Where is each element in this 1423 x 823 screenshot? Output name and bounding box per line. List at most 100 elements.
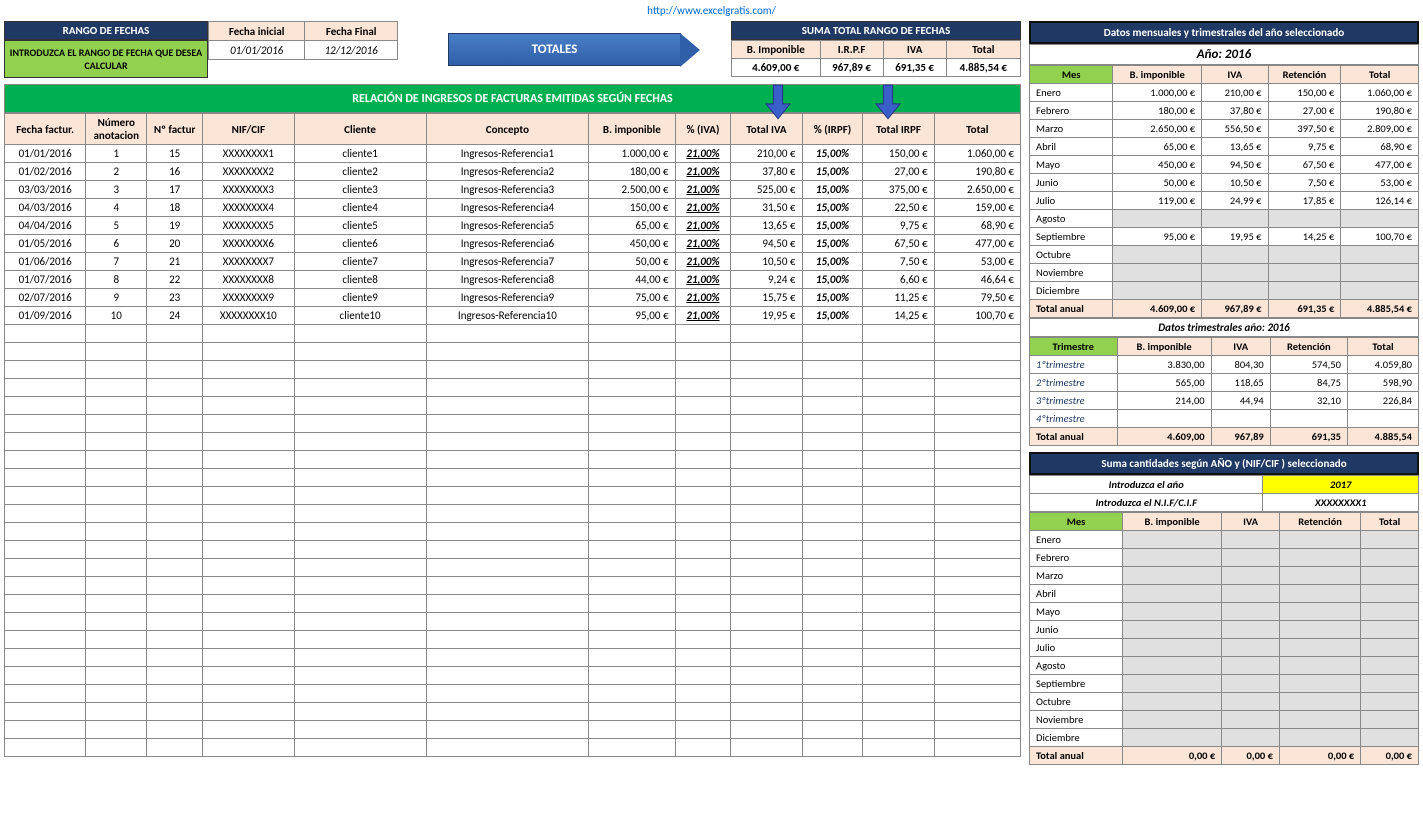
table-row[interactable]: 04/04/2016519XXXXXXXX5cliente5Ingresos-R… (5, 217, 1021, 235)
cell[interactable]: cliente9 (294, 289, 426, 307)
cell[interactable]: 150,00 € (863, 145, 934, 163)
cell[interactable]: Ingresos-Referencia2 (426, 163, 589, 181)
cell[interactable]: 18 (147, 199, 203, 217)
cell[interactable]: 21,00% (675, 253, 731, 271)
cell[interactable]: Ingresos-Referencia9 (426, 289, 589, 307)
cell[interactable]: cliente8 (294, 271, 426, 289)
cell[interactable]: cliente1 (294, 145, 426, 163)
cell[interactable]: 15,00% (802, 307, 863, 325)
cell[interactable]: 13,65 € (731, 217, 802, 235)
table-row-empty[interactable] (5, 505, 1021, 523)
cell[interactable]: 190,80 € (934, 163, 1020, 181)
table-row[interactable]: 01/05/2016620XXXXXXXX6cliente6Ingresos-R… (5, 235, 1021, 253)
cell[interactable]: 75,00 € (589, 289, 675, 307)
cell[interactable]: 477,00 € (934, 235, 1020, 253)
cell[interactable]: 22 (147, 271, 203, 289)
table-row[interactable]: 02/07/2016923XXXXXXXX9cliente9Ingresos-R… (5, 289, 1021, 307)
cell[interactable]: 15 (147, 145, 203, 163)
cell[interactable]: 9 (86, 289, 147, 307)
table-row-empty[interactable] (5, 361, 1021, 379)
cell[interactable]: XXXXXXXX5 (203, 217, 294, 235)
cell[interactable]: 5 (86, 217, 147, 235)
cell[interactable]: 03/03/2016 (5, 181, 86, 199)
table-row-empty[interactable] (5, 739, 1021, 757)
cell[interactable]: 21,00% (675, 145, 731, 163)
table-row[interactable]: 01/09/20161024XXXXXXXX10cliente10Ingreso… (5, 307, 1021, 325)
cell[interactable]: 21,00% (675, 307, 731, 325)
cell[interactable]: 46,64 € (934, 271, 1020, 289)
cell[interactable]: 15,00% (802, 163, 863, 181)
cell[interactable]: 95,00 € (589, 307, 675, 325)
cell[interactable]: 01/02/2016 (5, 163, 86, 181)
table-row-empty[interactable] (5, 631, 1021, 649)
cell[interactable]: 44,00 € (589, 271, 675, 289)
cell[interactable]: 16 (147, 163, 203, 181)
cell[interactable]: 7,50 € (863, 253, 934, 271)
table-row-empty[interactable] (5, 523, 1021, 541)
cell[interactable]: Ingresos-Referencia6 (426, 235, 589, 253)
cell[interactable]: 15,00% (802, 217, 863, 235)
cell[interactable]: 11,25 € (863, 289, 934, 307)
cell[interactable]: XXXXXXXX10 (203, 307, 294, 325)
cell[interactable]: 3 (86, 181, 147, 199)
cell[interactable]: 10 (86, 307, 147, 325)
cell[interactable]: 6 (86, 235, 147, 253)
cell[interactable]: 21,00% (675, 163, 731, 181)
table-row-empty[interactable] (5, 433, 1021, 451)
cell[interactable]: 9,24 € (731, 271, 802, 289)
cell[interactable]: 10,50 € (731, 253, 802, 271)
table-row-empty[interactable] (5, 649, 1021, 667)
cell[interactable]: 159,00 € (934, 199, 1020, 217)
cell[interactable]: 24 (147, 307, 203, 325)
cell[interactable]: 21 (147, 253, 203, 271)
cell[interactable]: XXXXXXXX6 (203, 235, 294, 253)
cell[interactable]: 8 (86, 271, 147, 289)
table-row-empty[interactable] (5, 451, 1021, 469)
fecha-final-value[interactable]: 12/12/2016 (305, 41, 398, 60)
cell[interactable]: 65,00 € (589, 217, 675, 235)
table-row-empty[interactable] (5, 487, 1021, 505)
table-row-empty[interactable] (5, 397, 1021, 415)
cell[interactable]: XXXXXXXX8 (203, 271, 294, 289)
cell[interactable]: 14,25 € (863, 307, 934, 325)
cell[interactable]: XXXXXXXX1 (203, 145, 294, 163)
cell[interactable]: 04/04/2016 (5, 217, 86, 235)
table-row[interactable]: 01/07/2016822XXXXXXXX8cliente8Ingresos-R… (5, 271, 1021, 289)
table-row[interactable]: 01/02/2016216XXXXXXXX2cliente2Ingresos-R… (5, 163, 1021, 181)
cell[interactable]: 21,00% (675, 271, 731, 289)
cell[interactable]: cliente5 (294, 217, 426, 235)
right2-ano-value[interactable]: 2017 (1263, 476, 1419, 494)
cell[interactable]: 19,95 € (731, 307, 802, 325)
table-row[interactable]: 01/01/2016115XXXXXXXX1cliente1Ingresos-R… (5, 145, 1021, 163)
cell[interactable]: 15,00% (802, 253, 863, 271)
cell[interactable]: 15,00% (802, 181, 863, 199)
cell[interactable]: XXXXXXXX4 (203, 199, 294, 217)
cell[interactable]: XXXXXXXX3 (203, 181, 294, 199)
cell[interactable]: 04/03/2016 (5, 199, 86, 217)
cell[interactable]: 180,00 € (589, 163, 675, 181)
cell[interactable]: 02/07/2016 (5, 289, 86, 307)
cell[interactable]: 15,75 € (731, 289, 802, 307)
cell[interactable]: 31,50 € (731, 199, 802, 217)
cell[interactable]: Ingresos-Referencia4 (426, 199, 589, 217)
cell[interactable]: cliente3 (294, 181, 426, 199)
table-row-empty[interactable] (5, 685, 1021, 703)
table-row[interactable]: 04/03/2016418XXXXXXXX4cliente4Ingresos-R… (5, 199, 1021, 217)
cell[interactable]: XXXXXXXX2 (203, 163, 294, 181)
cell[interactable]: 17 (147, 181, 203, 199)
cell[interactable]: cliente4 (294, 199, 426, 217)
cell[interactable]: 53,00 € (934, 253, 1020, 271)
cell[interactable]: 150,00 € (589, 199, 675, 217)
top-link[interactable]: http://www.excelgratis.com/ (647, 4, 776, 17)
cell[interactable]: 15,00% (802, 235, 863, 253)
cell[interactable]: 21,00% (675, 289, 731, 307)
cell[interactable]: 15,00% (802, 199, 863, 217)
cell[interactable]: 375,00 € (863, 181, 934, 199)
cell[interactable]: cliente6 (294, 235, 426, 253)
table-row-empty[interactable] (5, 379, 1021, 397)
cell[interactable]: Ingresos-Referencia7 (426, 253, 589, 271)
cell[interactable]: 01/05/2016 (5, 235, 86, 253)
cell[interactable]: 525,00 € (731, 181, 802, 199)
cell[interactable]: 22,50 € (863, 199, 934, 217)
cell[interactable]: 1.060,00 € (934, 145, 1020, 163)
